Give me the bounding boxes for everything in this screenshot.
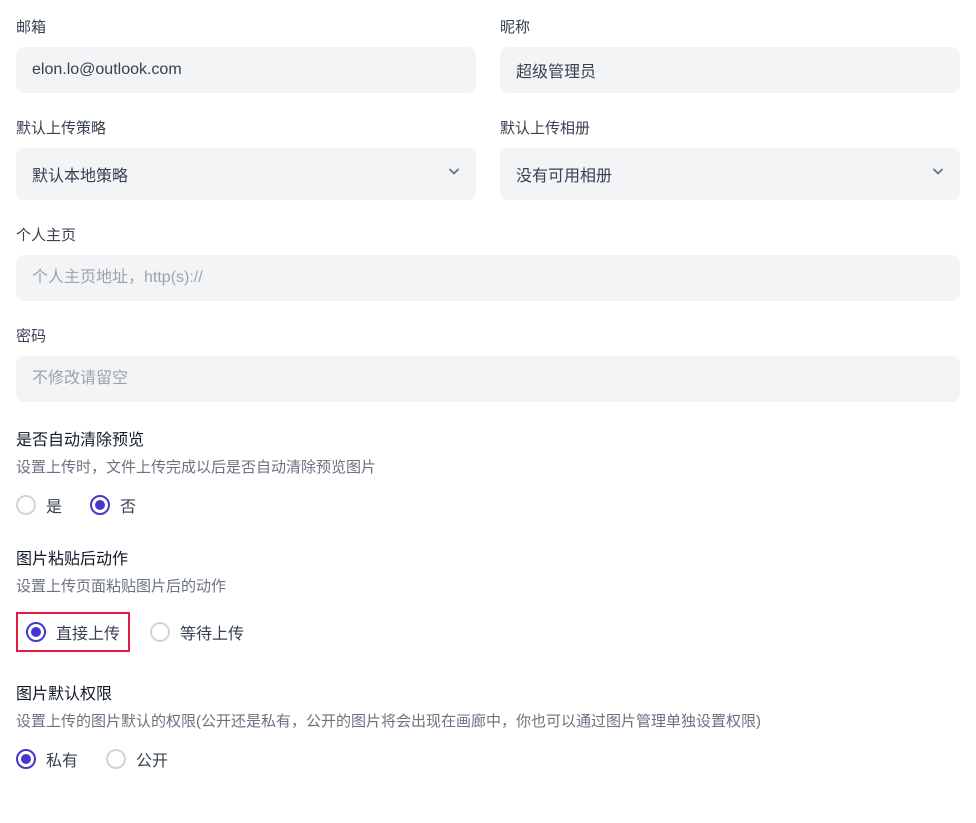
highlight-annotation: 直接上传	[16, 612, 130, 652]
permission-title: 图片默认权限	[16, 680, 960, 704]
radio-label: 否	[120, 493, 136, 517]
permission-desc: 设置上传的图片默认的权限(公开还是私有，公开的图片将会出现在画廊中，你也可以通过…	[16, 710, 960, 731]
radio-icon	[16, 495, 36, 515]
radio-label: 直接上传	[56, 620, 120, 644]
radio-label: 公开	[136, 747, 168, 771]
paste-action-desc: 设置上传页面粘贴图片后的动作	[16, 575, 960, 596]
paste-action-title: 图片粘贴后动作	[16, 545, 960, 569]
radio-icon	[16, 749, 36, 769]
homepage-input[interactable]	[16, 255, 960, 301]
upload-album-label: 默认上传相册	[500, 117, 960, 138]
radio-label: 是	[46, 493, 62, 517]
radio-icon	[90, 495, 110, 515]
auto-clear-yes-radio[interactable]: 是	[16, 493, 62, 517]
auto-clear-title: 是否自动清除预览	[16, 426, 960, 450]
radio-icon	[150, 622, 170, 642]
upload-album-select[interactable]: 没有可用相册	[500, 148, 960, 200]
permission-public-radio[interactable]: 公开	[106, 747, 168, 771]
upload-strategy-label: 默认上传策略	[16, 117, 476, 138]
auto-clear-no-radio[interactable]: 否	[90, 493, 136, 517]
permission-private-radio[interactable]: 私有	[16, 747, 78, 771]
paste-wait-radio[interactable]: 等待上传	[150, 620, 244, 644]
nickname-input[interactable]	[500, 47, 960, 93]
auto-clear-desc: 设置上传时，文件上传完成以后是否自动清除预览图片	[16, 456, 960, 477]
password-label: 密码	[16, 325, 960, 346]
email-input[interactable]	[16, 47, 476, 93]
email-label: 邮箱	[16, 16, 476, 37]
homepage-label: 个人主页	[16, 224, 960, 245]
radio-label: 等待上传	[180, 620, 244, 644]
radio-label: 私有	[46, 747, 78, 771]
radio-icon	[26, 622, 46, 642]
upload-strategy-select[interactable]: 默认本地策略	[16, 148, 476, 200]
paste-direct-radio[interactable]: 直接上传	[26, 620, 120, 644]
radio-icon	[106, 749, 126, 769]
password-input[interactable]	[16, 356, 960, 402]
nickname-label: 昵称	[500, 16, 960, 37]
